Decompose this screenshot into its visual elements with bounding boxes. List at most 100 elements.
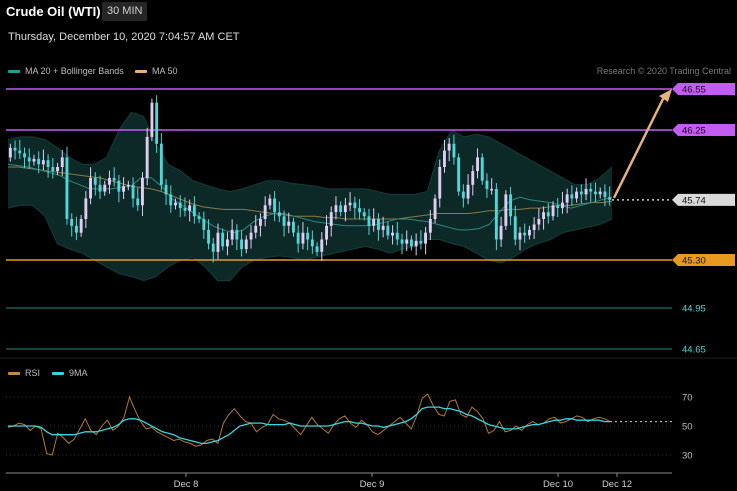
candle-body: [570, 194, 574, 199]
candle-body: [358, 208, 361, 213]
candle-body: [259, 219, 262, 226]
candle-body: [310, 239, 314, 247]
candle-body: [457, 157, 461, 192]
candle-body: [207, 229, 210, 244]
support-text-44.95: 44.95: [682, 303, 706, 314]
price-chart[interactable]: 46.55 46.25 45.30 44.95 44.65 45.74 70 50 30 De…: [0, 0, 737, 491]
candle: [457, 153, 461, 196]
candle-body: [150, 102, 154, 137]
candle-body: [546, 212, 550, 217]
candle-body: [598, 191, 602, 195]
candle-body: [523, 232, 527, 236]
candle: [433, 194, 437, 224]
candle-body: [377, 219, 380, 230]
candle: [480, 153, 484, 185]
candle-body: [41, 160, 45, 165]
candle-body: [89, 177, 92, 199]
candle-body: [329, 212, 333, 226]
candle-body: [268, 198, 272, 206]
candle: [65, 146, 69, 225]
price-tag-text: 46.55: [682, 85, 706, 96]
candle-body: [395, 232, 399, 240]
candle-body: [282, 216, 286, 226]
candle-body: [348, 202, 352, 206]
candle-body: [405, 239, 409, 244]
candle-body: [551, 205, 555, 217]
candle-body: [528, 229, 531, 236]
candle-body: [273, 198, 276, 213]
candle: [504, 190, 508, 230]
candle-body: [93, 177, 97, 185]
candle-body: [306, 232, 310, 240]
candle-body: [202, 219, 206, 230]
price-tag-text: 45.74: [682, 195, 706, 206]
candle-body: [362, 212, 366, 217]
candle-body: [320, 239, 324, 252]
candle-body: [339, 205, 343, 213]
candle-body: [155, 102, 159, 144]
candle-body: [301, 232, 305, 244]
candle-body: [480, 157, 484, 181]
candle-body: [367, 216, 371, 226]
candle-body: [277, 212, 281, 217]
candle-body: [136, 198, 140, 206]
candle-body: [84, 198, 88, 219]
candle-body: [32, 158, 36, 162]
candle-body: [98, 184, 102, 192]
candle-body: [60, 157, 64, 167]
candle-body: [216, 232, 220, 252]
candle-body: [542, 212, 545, 219]
x-tick-label-Dec-8: Dec 8: [174, 479, 199, 490]
candle-body: [443, 150, 446, 167]
candle-body: [499, 225, 503, 240]
candle-body: [178, 202, 182, 209]
candle-body: [249, 232, 253, 240]
rsi-panel: 70 50 30: [0, 357, 737, 462]
candle-body: [334, 205, 338, 213]
candle-body: [494, 188, 498, 240]
level-labels: 46.55 46.25 45.30 44.95 44.65 45.74: [672, 83, 735, 356]
x-tick-label-Dec-10: Dec 10: [543, 479, 573, 490]
candle-body: [122, 186, 125, 192]
candle-body: [70, 219, 74, 226]
candle-body: [466, 184, 470, 199]
candle-body: [400, 239, 404, 244]
candle-body: [164, 184, 168, 195]
x-axis: Dec 8 Dec 9 Dec 10 Dec 12: [6, 472, 672, 490]
candle-body: [18, 150, 22, 154]
rsi-9ma-line: [8, 406, 610, 445]
candle-body: [556, 205, 560, 208]
candle-body: [75, 225, 78, 233]
forecast-arrow-head: [659, 89, 672, 102]
candle-body: [325, 225, 328, 240]
candle-body: [240, 239, 243, 250]
candle-body: [56, 167, 59, 172]
candle-body: [589, 188, 593, 192]
candle-body: [428, 219, 432, 233]
candle-body: [608, 197, 612, 200]
price-tag-text: 46.25: [682, 126, 706, 137]
candle-body: [244, 239, 248, 250]
bollinger-band-area: [7, 111, 613, 282]
rsi-line: [7, 393, 611, 456]
candle-body: [584, 188, 588, 195]
candle-body: [579, 191, 583, 195]
candle-body: [513, 216, 517, 240]
forecast-arrow: [612, 89, 672, 201]
support-text-44.65: 44.65: [682, 345, 706, 356]
candle-body: [603, 191, 607, 198]
support-tag-45.30: 45.30: [672, 254, 735, 267]
candle-body: [159, 143, 163, 185]
x-tick-label-Dec-12: Dec 12: [602, 479, 632, 490]
price-tag-text: 45.30: [682, 256, 706, 267]
forecast-arrow-shaft: [612, 96, 666, 199]
candle-body: [235, 229, 239, 240]
candle-body: [131, 184, 135, 199]
candle-body: [230, 229, 234, 240]
candle-body: [292, 221, 295, 233]
candle-body: [381, 225, 385, 230]
candle-body: [565, 194, 569, 203]
candle-body: [414, 240, 418, 247]
candle-body: [296, 232, 300, 244]
candle-body: [169, 194, 173, 206]
